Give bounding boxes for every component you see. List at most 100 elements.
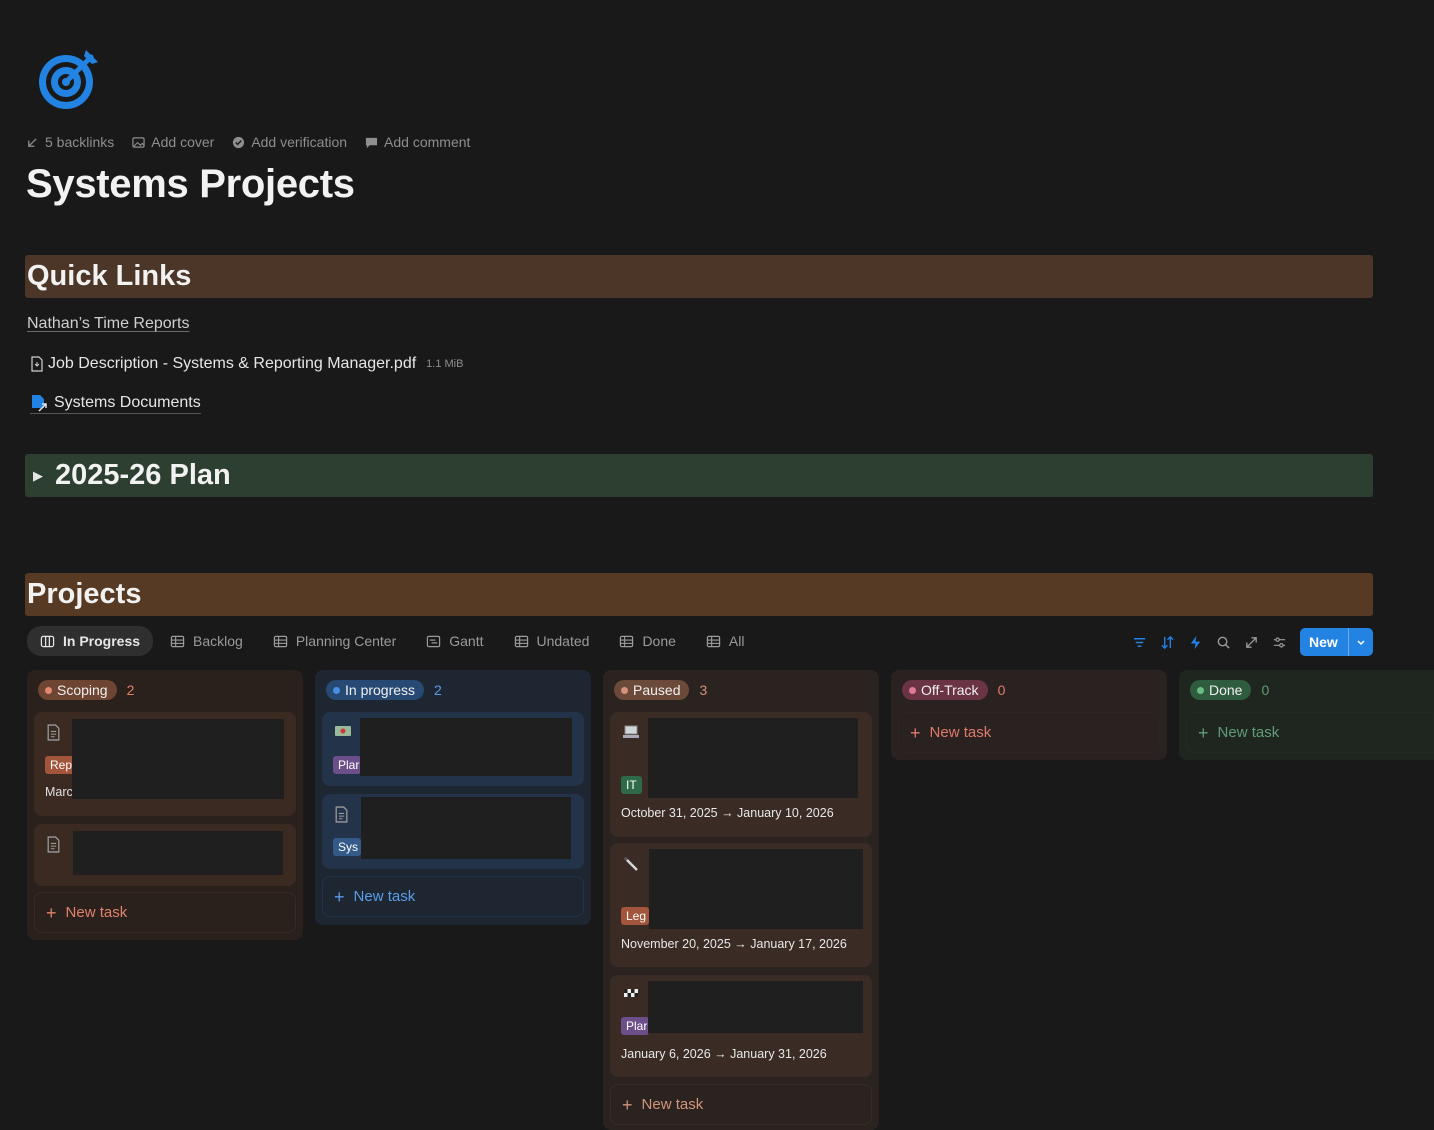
expand-icon[interactable] <box>1242 633 1260 651</box>
tab-undated[interactable]: Undated <box>501 626 603 656</box>
card-date-range: November 20, 2025 → January 17, 2026 <box>621 937 847 951</box>
add-verification-button[interactable]: Add verification <box>232 134 347 150</box>
table-icon <box>706 635 721 647</box>
projects-heading: Projects <box>27 578 142 610</box>
project-card[interactable]: Leg November 20, 2025 → January 17, 2026 <box>610 843 872 967</box>
table-icon <box>273 635 288 647</box>
project-card[interactable]: IT October 31, 2025 → January 10, 2026 <box>610 712 872 837</box>
card-line: Marc <box>45 785 73 799</box>
column-count: 2 <box>126 682 135 698</box>
new-task-label: New task <box>353 888 416 905</box>
automation-icon[interactable] <box>1186 633 1204 651</box>
plus-icon: + <box>1198 722 1209 743</box>
status-label: In progress <box>345 682 416 698</box>
table-icon <box>170 635 185 647</box>
column-header: Done 0 <box>1186 678 1427 702</box>
tab-all[interactable]: All <box>693 626 758 656</box>
page-title: Systems Projects <box>26 162 355 206</box>
card-tag: Plar <box>333 756 361 774</box>
tab-done[interactable]: Done <box>606 626 688 656</box>
tab-label: Planning Center <box>295 633 397 649</box>
column-count: 3 <box>699 682 708 698</box>
add-comment-label: Add comment <box>384 134 471 150</box>
file-size: 1.1 MiB <box>426 358 464 370</box>
status-pill-scoping[interactable]: Scoping <box>38 680 117 700</box>
plus-icon: + <box>46 902 57 923</box>
column-count: 0 <box>1261 682 1270 698</box>
table-icon <box>514 635 528 647</box>
redacted-area <box>649 849 863 929</box>
card-date-range: January 6, 2026 → January 31, 2026 <box>621 1047 827 1061</box>
page-meta-row: 5 backlinks Add cover Add verification A… <box>26 134 470 150</box>
plan-toggle-heading[interactable]: ▶ 2025-26 Plan <box>25 454 1373 497</box>
new-record-button[interactable]: New <box>1300 628 1373 656</box>
tab-in-progress[interactable]: In Progress <box>27 626 154 656</box>
project-card[interactable]: Plar January 6, 2026 → January 31, 2026 <box>610 975 872 1077</box>
status-dot <box>45 686 52 694</box>
tab-label: Backlog <box>193 633 243 649</box>
board-column-off-track: Off-Track 0 + New task <box>891 670 1167 760</box>
project-card[interactable]: Rep Marc <box>34 712 296 816</box>
board-column-in-progress: In progress 2 Plar Sys + New task <box>315 670 591 925</box>
status-pill-off-track[interactable]: Off-Track <box>902 680 988 700</box>
new-button-label: New <box>1309 634 1338 650</box>
new-task-button[interactable]: + New task <box>610 1084 872 1125</box>
document-icon <box>334 806 349 826</box>
board-column-scoping: Scoping 2 Rep Marc + New task <box>27 670 303 940</box>
checkered-flag-icon <box>622 987 640 1004</box>
redacted-area <box>360 718 572 776</box>
status-pill-paused[interactable]: Paused <box>614 680 690 700</box>
card-date-range: October 31, 2025 → January 10, 2026 <box>621 806 834 820</box>
card-tag: Plar <box>621 1017 649 1035</box>
project-card[interactable] <box>34 824 296 886</box>
file-name: Job Description - Systems & Reporting Ma… <box>48 355 417 372</box>
status-pill-done[interactable]: Done <box>1190 680 1252 700</box>
backlinks-label: 5 backlinks <box>45 134 115 150</box>
systems-documents-link[interactable]: Systems Documents <box>30 394 201 414</box>
target-icon[interactable] <box>36 48 100 112</box>
systems-documents-label: Systems Documents <box>54 394 201 411</box>
status-label: Done <box>1209 682 1243 698</box>
search-icon[interactable] <box>1214 633 1232 651</box>
status-label: Scoping <box>57 682 108 698</box>
tab-planning-center[interactable]: Planning Center <box>260 626 409 656</box>
plus-icon: + <box>622 1094 633 1115</box>
new-task-button[interactable]: + New task <box>1186 712 1434 753</box>
new-task-button[interactable]: + New task <box>34 892 296 933</box>
project-card[interactable]: Sys <box>322 794 584 869</box>
filter-icon[interactable] <box>1130 633 1148 651</box>
tab-backlog[interactable]: Backlog <box>157 626 256 656</box>
database-toolbar: New <box>1130 628 1373 656</box>
redacted-area <box>72 719 284 799</box>
tab-label: Undated <box>536 633 590 649</box>
new-task-label: New task <box>65 904 128 921</box>
add-comment-button[interactable]: Add comment <box>365 134 470 150</box>
board-column-paused: Paused 3 IT October 31, 2025 → January 1… <box>603 670 879 1130</box>
redacted-area <box>648 718 858 798</box>
column-count: 0 <box>997 682 1006 698</box>
new-task-label: New task <box>929 724 992 741</box>
job-description-file[interactable]: Job Description - Systems & Reporting Ma… <box>30 355 463 373</box>
chevron-down-icon[interactable] <box>1347 628 1373 656</box>
arrow-down-left-icon <box>28 137 37 147</box>
new-task-button[interactable]: + New task <box>898 712 1160 753</box>
time-reports-link[interactable]: Nathan’s Time Reports <box>27 315 189 333</box>
laptop-icon <box>622 724 640 743</box>
backlinks-button[interactable]: 5 backlinks <box>26 134 114 150</box>
linked-page-icon <box>32 395 47 412</box>
board-column-done: Done 0 + New task <box>1179 670 1434 760</box>
settings-icon[interactable] <box>1270 633 1288 651</box>
status-pill-in-progress[interactable]: In progress <box>326 680 425 700</box>
status-label: Off-Track <box>921 682 979 698</box>
tab-label: Gantt <box>449 633 484 649</box>
toggle-triangle-icon[interactable]: ▶ <box>33 468 43 484</box>
project-card[interactable]: Plar <box>322 712 584 786</box>
status-dot <box>909 686 916 694</box>
add-cover-button[interactable]: Add cover <box>132 134 214 150</box>
view-tabs: In Progress Backlog Planning Center Gant… <box>27 626 757 656</box>
column-header: In progress 2 <box>322 678 584 702</box>
new-task-button[interactable]: + New task <box>322 876 584 917</box>
column-header: Paused 3 <box>610 678 872 702</box>
tab-gantt[interactable]: Gantt <box>413 626 496 656</box>
sort-icon[interactable] <box>1158 633 1176 651</box>
